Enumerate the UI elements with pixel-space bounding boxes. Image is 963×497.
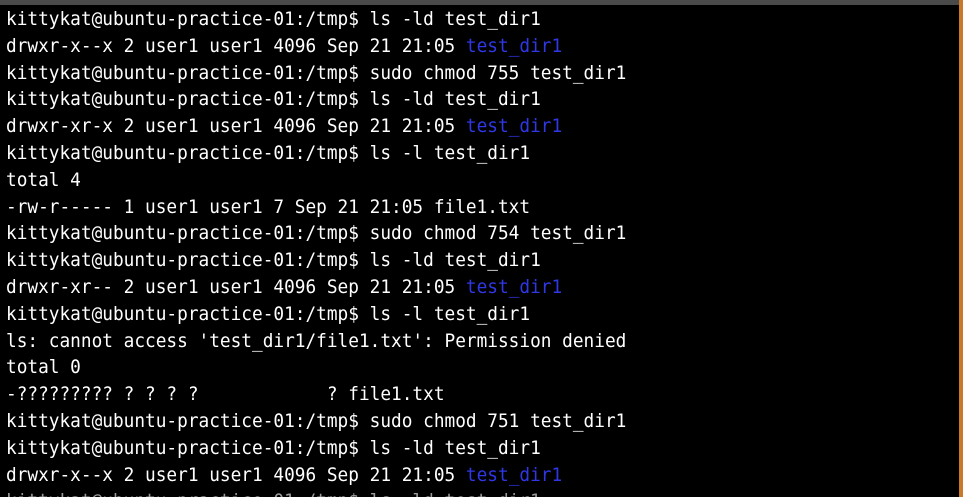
terminal-line-text: kittykat@ubuntu-practice-01:/tmp$ ls -ld… — [6, 8, 541, 30]
terminal-line-text: -rw-r----- 1 user1 user1 7 Sep 21 21:05 … — [6, 195, 531, 218]
terminal-line: kittykat@ubuntu-practice-01:/tmp$ sudo c… — [6, 408, 626, 434]
terminal-line: kittykat@ubuntu-practice-01:/tmp$ ls -ld… — [6, 435, 541, 461]
terminal-line-text: total 4 — [6, 168, 81, 191]
terminal-line: -????????? ? ? ? ? ? file1.txt — [6, 381, 445, 407]
terminal-line-text: kittykat@ubuntu-practice-01:/tmp$ sudo c… — [6, 410, 627, 432]
terminal-line-text: kittykat@ubuntu-practice-01:/tmp$ ls -ld… — [6, 249, 541, 272]
terminal-line-text: total 0 — [6, 356, 81, 379]
terminal-line: kittykat@ubuntu-practice-01:/tmp$ ls -ld… — [6, 86, 541, 112]
terminal-line-text: drwxr-xr-x 2 user1 user1 4096 Sep 21 21:… — [6, 115, 466, 138]
terminal-line: drwxr-xr-- 2 user1 user1 4096 Sep 21 21:… — [6, 274, 562, 300]
terminal-line: drwxr-x--x 2 user1 user1 4096 Sep 21 21:… — [6, 462, 562, 488]
terminal-line-text: kittykat@ubuntu-practice-01:/tmp$ ls -l … — [6, 302, 531, 325]
terminal-line: drwxr-xr-x 2 user1 user1 4096 Sep 21 21:… — [6, 113, 562, 139]
terminal-line-text: -????????? ? ? ? ? ? file1.txt — [6, 383, 445, 406]
terminal-line: ls: cannot access 'test_dir1/file1.txt':… — [6, 328, 626, 354]
terminal-line-text: kittykat@ubuntu-practice-01:/tmp$ ls -ld… — [6, 88, 541, 111]
terminal-line: -rw-r----- 1 user1 user1 7 Sep 21 21:05 … — [6, 194, 530, 220]
directory-name: test_dir1 — [465, 276, 563, 298]
terminal-line-text: kittykat@ubuntu-practice-01:/tmp$ ls -ld… — [6, 490, 541, 497]
terminal-line: kittykat@ubuntu-practice-01:/tmp$ ls -ld… — [6, 247, 541, 273]
terminal-line: total 0 — [6, 354, 81, 380]
terminal-line: kittykat@ubuntu-practice-01:/tmp$ ls -l … — [6, 140, 530, 166]
terminal-line-text: kittykat@ubuntu-practice-01:/tmp$ sudo c… — [6, 222, 627, 245]
terminal-line: kittykat@ubuntu-practice-01:/tmp$ ls -ld… — [6, 488, 541, 497]
terminal-line: kittykat@ubuntu-practice-01:/tmp$ ls -ld… — [6, 6, 541, 32]
terminal-line: kittykat@ubuntu-practice-01:/tmp$ sudo c… — [6, 60, 626, 86]
terminal-line-text: kittykat@ubuntu-practice-01:/tmp$ sudo c… — [6, 61, 627, 84]
terminal-line-text: kittykat@ubuntu-practice-01:/tmp$ ls -ld… — [6, 436, 541, 459]
terminal-line: drwxr-x--x 2 user1 user1 4096 Sep 21 21:… — [6, 33, 562, 59]
terminal-line: total 4 — [6, 167, 81, 193]
terminal-line-text: drwxr-x--x 2 user1 user1 4096 Sep 21 21:… — [6, 34, 466, 57]
terminal-line: kittykat@ubuntu-practice-01:/tmp$ ls -l … — [6, 301, 530, 327]
directory-name: test_dir1 — [465, 463, 563, 486]
terminal-output[interactable]: kittykat@ubuntu-practice-01:/tmp$ ls -ld… — [6, 5, 956, 497]
directory-name: test_dir1 — [465, 34, 563, 57]
terminal-line-text: kittykat@ubuntu-practice-01:/tmp$ ls -l … — [6, 142, 531, 164]
terminal-line: kittykat@ubuntu-practice-01:/tmp$ sudo c… — [6, 220, 626, 246]
directory-name: test_dir1 — [465, 115, 563, 138]
window-right-edge — [959, 0, 963, 497]
terminal-line-text: ls: cannot access 'test_dir1/file1.txt':… — [6, 329, 627, 352]
terminal-line-text: drwxr-x--x 2 user1 user1 4096 Sep 21 21:… — [6, 463, 466, 486]
terminal-line-text: drwxr-xr-- 2 user1 user1 4096 Sep 21 21:… — [6, 276, 466, 298]
